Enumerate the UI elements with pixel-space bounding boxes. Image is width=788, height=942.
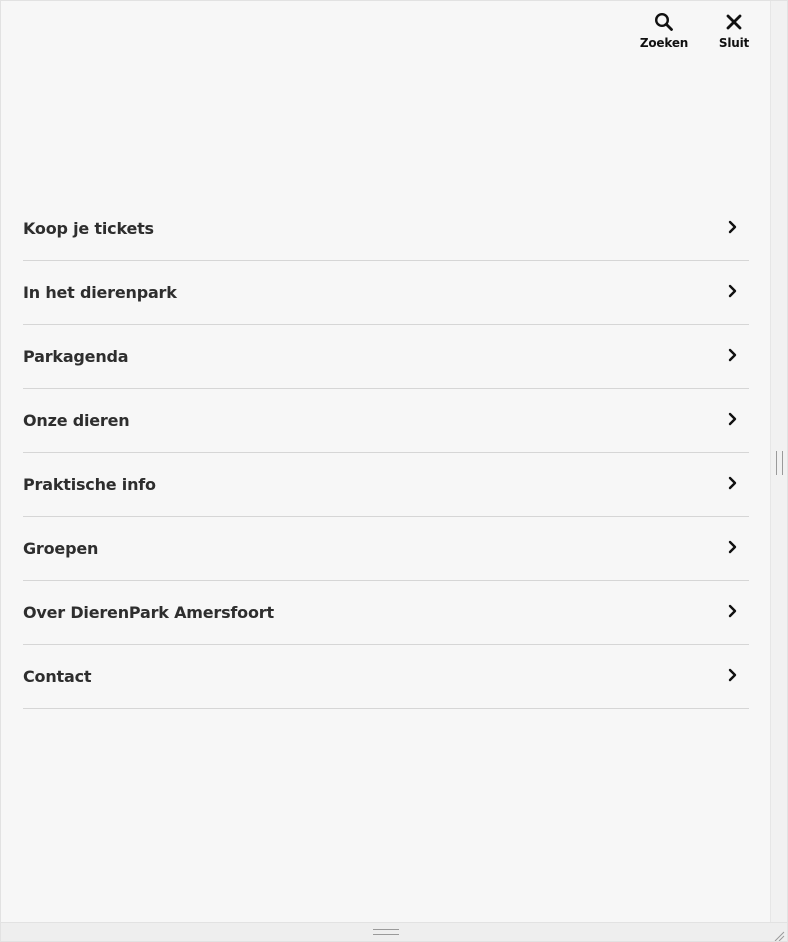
search-icon bbox=[653, 11, 675, 33]
search-button[interactable]: Zoeken bbox=[639, 11, 689, 50]
nav-item-label: Koop je tickets bbox=[23, 219, 154, 238]
close-icon bbox=[723, 11, 745, 33]
chevron-right-icon bbox=[723, 537, 743, 557]
nav-item-koop-je-tickets[interactable]: Koop je tickets bbox=[23, 197, 749, 261]
mobile-menu-panel: Zoeken Sluit Koop je tickets In het dier… bbox=[1, 1, 771, 923]
browser-viewport: Zoeken Sluit Koop je tickets In het dier… bbox=[0, 0, 788, 942]
chevron-right-icon bbox=[723, 281, 743, 301]
nav-item-label: Onze dieren bbox=[23, 411, 130, 430]
menu-top-actions: Zoeken Sluit bbox=[639, 11, 757, 50]
vertical-resize-grip-icon[interactable] bbox=[776, 451, 783, 475]
nav-item-label: Parkagenda bbox=[23, 347, 129, 366]
horizontal-scrollbar[interactable] bbox=[1, 922, 787, 941]
nav-item-label: Praktische info bbox=[23, 475, 156, 494]
close-button-label: Sluit bbox=[718, 36, 750, 50]
chevron-right-icon bbox=[723, 345, 743, 365]
nav-item-label: Groepen bbox=[23, 539, 99, 558]
chevron-right-icon bbox=[723, 217, 743, 237]
nav-item-label: In het dierenpark bbox=[23, 283, 177, 302]
chevron-right-icon bbox=[723, 601, 743, 621]
nav-item-over-dierenpark-amersfoort[interactable]: Over DierenPark Amersfoort bbox=[23, 581, 749, 645]
nav-item-contact[interactable]: Contact bbox=[23, 645, 749, 709]
nav-item-label: Over DierenPark Amersfoort bbox=[23, 603, 274, 622]
nav-item-onze-dieren[interactable]: Onze dieren bbox=[23, 389, 749, 453]
search-button-label: Zoeken bbox=[639, 36, 689, 50]
nav-item-in-het-dierenpark[interactable]: In het dierenpark bbox=[23, 261, 749, 325]
main-nav-list: Koop je tickets In het dierenpark Parkag… bbox=[23, 197, 749, 709]
nav-item-praktische-info[interactable]: Praktische info bbox=[23, 453, 749, 517]
nav-item-label: Contact bbox=[23, 667, 92, 686]
close-button[interactable]: Sluit bbox=[711, 11, 757, 50]
resize-corner-icon[interactable] bbox=[773, 927, 785, 941]
vertical-scrollbar[interactable] bbox=[770, 1, 787, 923]
chevron-right-icon bbox=[723, 409, 743, 429]
horizontal-resize-grip-icon[interactable] bbox=[373, 929, 399, 935]
nav-item-parkagenda[interactable]: Parkagenda bbox=[23, 325, 749, 389]
chevron-right-icon bbox=[723, 473, 743, 493]
nav-item-groepen[interactable]: Groepen bbox=[23, 517, 749, 581]
chevron-right-icon bbox=[723, 665, 743, 685]
